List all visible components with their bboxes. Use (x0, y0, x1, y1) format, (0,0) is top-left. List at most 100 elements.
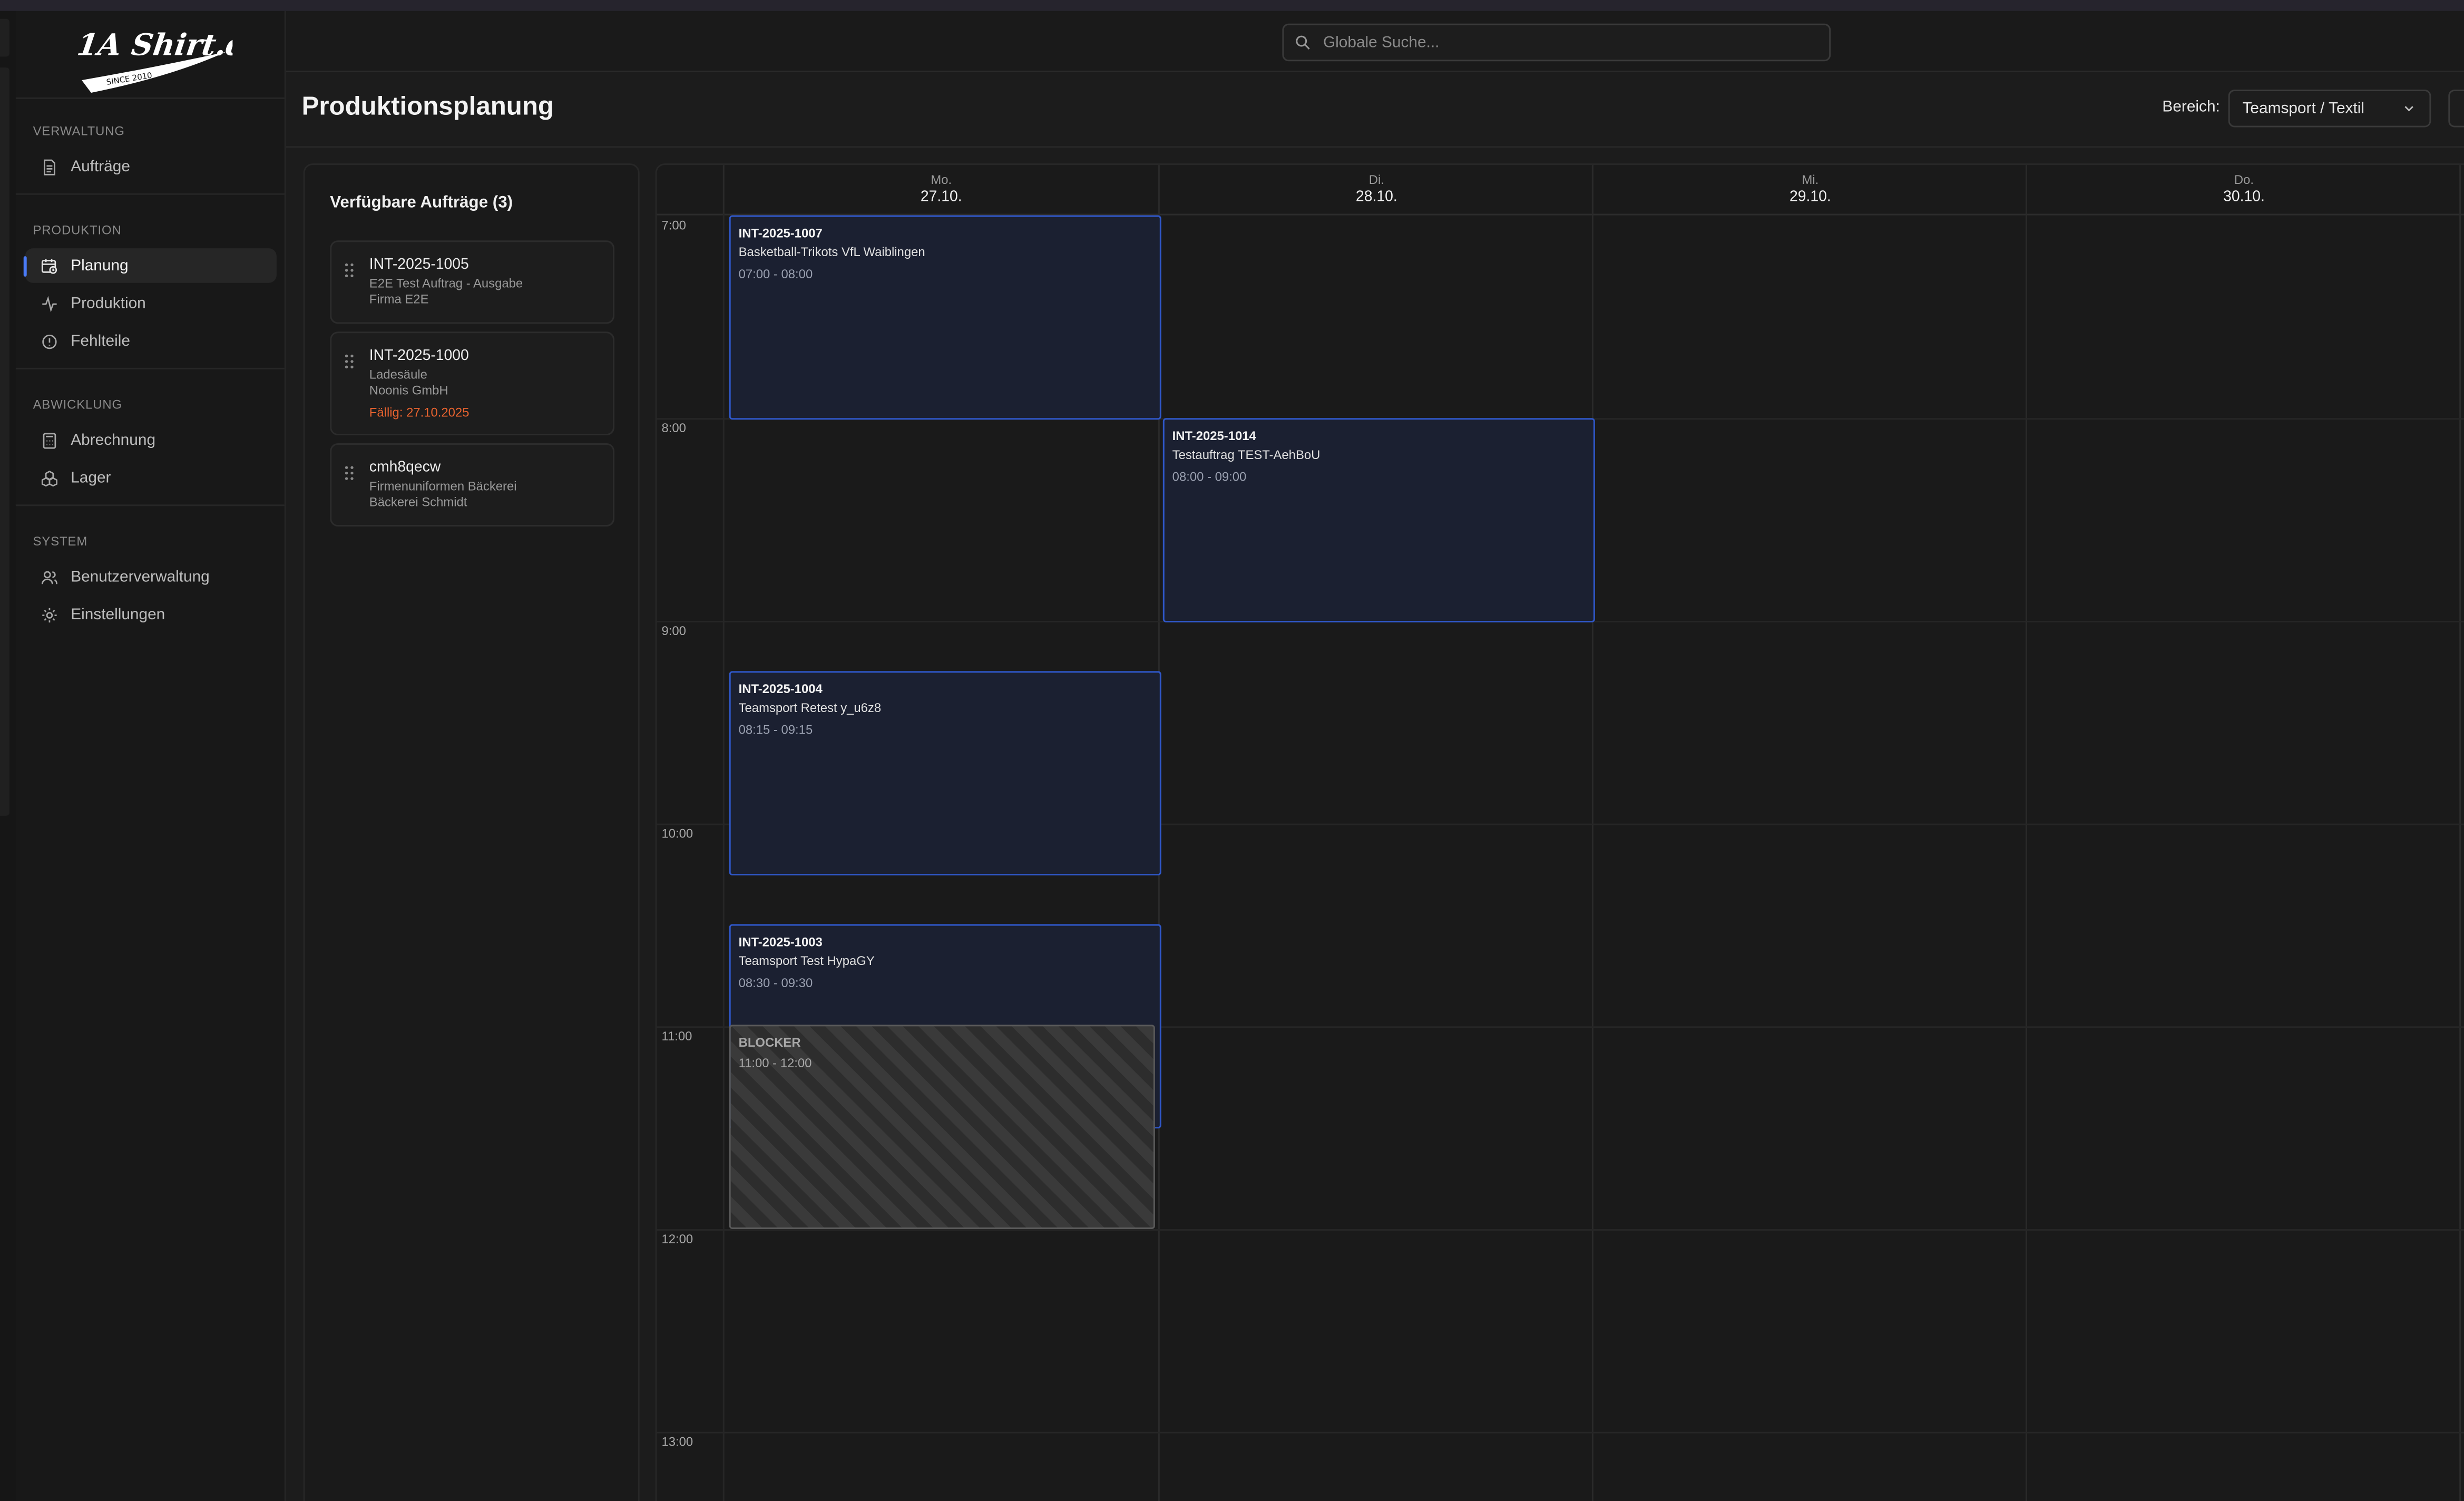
order-customer: Noonis GmbH (369, 383, 448, 398)
sidebar-item-label: Einstellungen (71, 606, 165, 623)
section-label-verwaltung: VERWALTUNG (33, 124, 125, 139)
hour-label: 8:00 (661, 421, 686, 436)
order-id: cmh8qecw (369, 459, 441, 476)
order-id: INT-2025-1005 (369, 256, 469, 274)
day-name: Mi. (1802, 173, 1819, 187)
day-header-monday[interactable]: Mo. 27.10. (722, 165, 1158, 214)
activity-icon (36, 291, 62, 316)
available-orders-panel: Verfügbare Aufträge (3) INT-2025-1005 E2… (303, 163, 640, 1501)
area-select-value: Teamsport / Textil (2242, 100, 2365, 118)
event-id: INT-2025-1007 (738, 226, 823, 241)
sidebar-item-label: Abrechnung (71, 431, 156, 449)
sidebar-item-label: Fehlteile (71, 332, 130, 350)
search-icon (1295, 35, 1311, 51)
sidebar-item-lager[interactable]: Lager (25, 461, 277, 495)
day-name: Mo. (931, 173, 952, 187)
app-window: 1A Shirt.de SINCE 2010 VERWALTUNG Aufträ… (0, 0, 2464, 1501)
day-date: 27.10. (920, 188, 962, 206)
day-header-wednesday[interactable]: Mi. 29.10. (1591, 165, 2027, 214)
brand-logo[interactable]: 1A Shirt.de SINCE 2010 (75, 14, 269, 96)
document-icon (36, 154, 62, 179)
hour-label: 13:00 (661, 1435, 693, 1449)
left-edge-strip (0, 11, 16, 1501)
day-header-thursday[interactable]: Do. 30.10. (2025, 165, 2461, 214)
event-id: INT-2025-1004 (738, 682, 823, 697)
order-id: INT-2025-1000 (369, 347, 469, 365)
divider (15, 193, 285, 195)
sidebar-item-einstellungen[interactable]: Einstellungen (25, 597, 277, 632)
header-action-button[interactable] (2448, 89, 2464, 128)
event-time: 07:00 - 08:00 (738, 267, 813, 281)
sidebar-item-abrechnung[interactable]: Abrechnung (25, 423, 277, 457)
divider (15, 367, 285, 369)
order-card[interactable]: INT-2025-1005 E2E Test Auftrag - Ausgabe… (330, 240, 615, 324)
order-description: Firmenuniformen Bäckerei (369, 479, 517, 494)
area-select[interactable]: Teamsport / Textil (2228, 89, 2431, 128)
order-card[interactable]: INT-2025-1000 Ladesäule Noonis GmbH Fäll… (330, 332, 615, 436)
hour-label: 9:00 (661, 623, 686, 638)
day-header-tuesday[interactable]: Di. 28.10. (1158, 165, 1593, 214)
blocker-time: 11:00 - 12:00 (738, 1056, 812, 1070)
order-customer: Bäckerei Schmidt (369, 495, 467, 510)
sidebar-item-label: Produktion (71, 295, 146, 312)
day-column-divider (2025, 165, 2027, 1501)
day-date: 30.10. (2223, 188, 2265, 206)
section-label-system: SYSTEM (33, 534, 88, 549)
order-due-date: Fällig: 27.10.2025 (369, 405, 470, 420)
boxes-icon (36, 465, 62, 491)
order-description: Ladesäule (369, 367, 427, 382)
sidebar-item-label: Planung (71, 257, 129, 275)
calendar-blocker[interactable]: BLOCKER 11:00 - 12:00 (729, 1025, 1155, 1230)
panel-title: Verfügbare Aufträge (3) (330, 193, 513, 212)
event-id: INT-2025-1014 (1172, 429, 1256, 443)
divider (15, 97, 285, 99)
event-title: Basketball-Trikots VfL Waiblingen (738, 245, 925, 260)
page-title: Produktionsplanung (301, 92, 554, 121)
blocker-label: BLOCKER (738, 1036, 801, 1050)
calendar-event[interactable]: INT-2025-1004 Teamsport Retest y_u6z8 08… (729, 671, 1161, 876)
hour-label: 12:00 (661, 1232, 693, 1246)
hour-gridline (657, 1431, 2464, 1434)
page-header: Produktionsplanung Bereich: Teamsport / … (286, 72, 2464, 148)
calendar-event[interactable]: INT-2025-1007 Basketball-Trikots VfL Wai… (729, 215, 1161, 420)
hour-label: 10:00 (661, 826, 693, 841)
browser-top-bar (0, 0, 2464, 11)
day-date: 29.10. (1790, 188, 1831, 206)
edge-tab (0, 67, 9, 816)
drag-handle-icon[interactable] (344, 349, 355, 369)
calendar-event[interactable]: INT-2025-1014 Testauftrag TEST-AehBoU 08… (1162, 418, 1595, 622)
sidebar-item-produktion[interactable]: Produktion (25, 286, 277, 321)
section-label-produktion: PRODUKTION (33, 223, 122, 238)
calculator-icon (36, 427, 62, 453)
event-id: INT-2025-1003 (738, 935, 823, 950)
search-input[interactable] (1320, 32, 1798, 53)
sidebar-item-benutzerverwaltung[interactable]: Benutzerverwaltung (25, 560, 277, 594)
order-card[interactable]: cmh8qecw Firmenuniformen Bäckerei Bäcker… (330, 443, 615, 527)
top-header (286, 11, 2464, 73)
sidebar-item-label: Aufträge (71, 158, 130, 176)
sidebar-item-auftraege[interactable]: Aufträge (25, 149, 277, 184)
alert-circle-icon (36, 328, 62, 354)
drag-handle-icon[interactable] (344, 258, 355, 278)
day-date: 28.10. (1355, 188, 1397, 206)
sidebar-item-planung[interactable]: Planung (23, 248, 277, 283)
edge-tab (0, 18, 9, 57)
sidebar-item-label: Lager (71, 469, 111, 486)
users-icon (36, 564, 62, 590)
sidebar-item-fehlteile[interactable]: Fehlteile (25, 324, 277, 358)
divider (15, 504, 285, 506)
time-column-divider (722, 213, 725, 1501)
event-time: 08:15 - 09:15 (738, 723, 813, 737)
order-description: E2E Test Auftrag - Ausgabe (369, 276, 523, 291)
global-search[interactable] (1282, 23, 1831, 62)
event-title: Testauftrag TEST-AehBoU (1172, 447, 1321, 462)
section-label-abwicklung: ABWICKLUNG (33, 397, 123, 412)
sidebar-item-label: Benutzerverwaltung (71, 568, 210, 586)
event-title: Teamsport Test HypaGY (738, 954, 875, 968)
event-title: Teamsport Retest y_u6z8 (738, 701, 882, 715)
order-customer: Firma E2E (369, 292, 429, 307)
gear-icon (36, 602, 62, 627)
calendar-week-view: Mo. 27.10. Di. 28.10. Mi. 29.10. Do. 30.… (655, 163, 2464, 1501)
hour-label: 11:00 (661, 1029, 692, 1044)
drag-handle-icon[interactable] (344, 461, 355, 480)
